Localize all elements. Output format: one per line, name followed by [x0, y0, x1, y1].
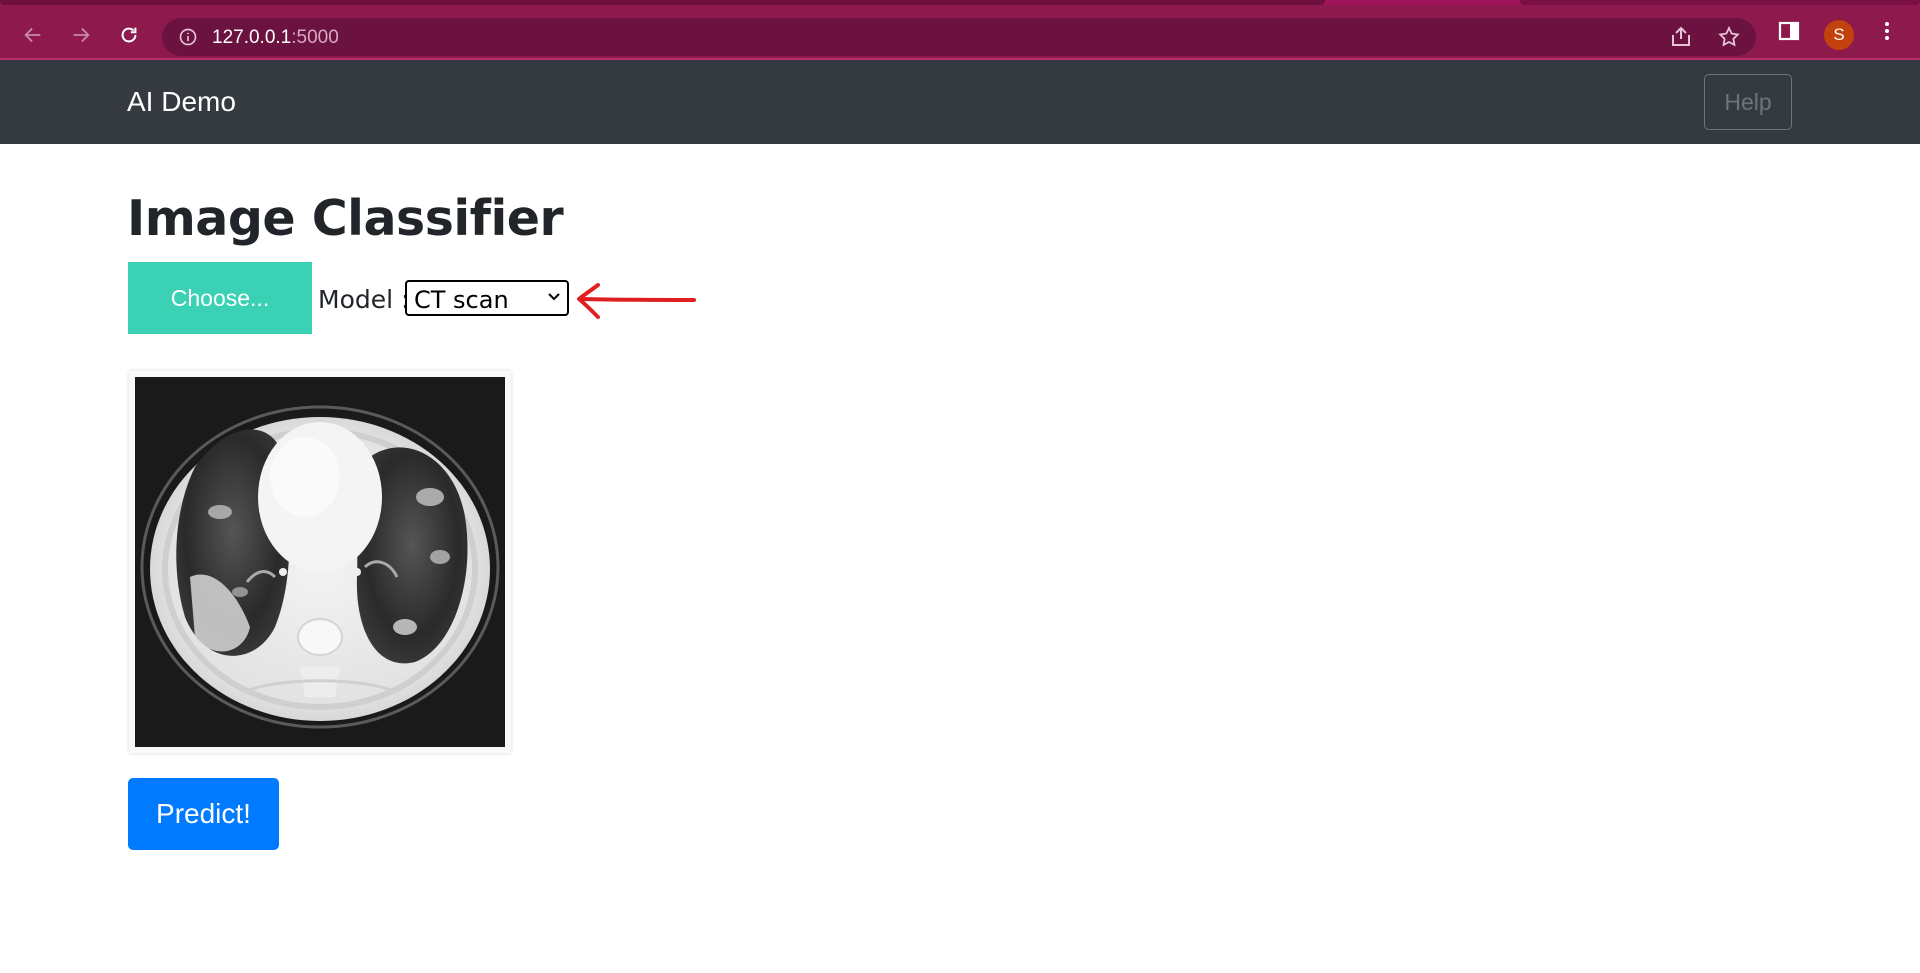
star-icon[interactable]	[1717, 25, 1741, 49]
red-arrow-annotation	[577, 283, 696, 319]
browser-toolbar: 127.0.0.1:5000 S	[0, 5, 1920, 60]
url-port: :5000	[291, 27, 339, 48]
page-title: Image Classifier	[127, 190, 564, 247]
app-navbar: AI Demo Help	[0, 60, 1920, 144]
ct-image-thumbnail	[129, 371, 511, 753]
reload-button[interactable]	[111, 17, 147, 53]
arrow-left-icon	[24, 27, 41, 43]
predict-button[interactable]: Predict!	[128, 778, 279, 850]
info-icon[interactable]	[178, 27, 198, 47]
url-host: 127.0.0.1	[212, 27, 292, 48]
share-icon[interactable]	[1669, 25, 1693, 49]
model-select[interactable]: CT scan	[405, 280, 569, 316]
model-label: Model :	[318, 285, 410, 314]
help-button[interactable]: Help	[1704, 74, 1792, 130]
address-bar[interactable]: 127.0.0.1:5000	[162, 18, 1756, 56]
navbar-brand[interactable]: AI Demo	[127, 86, 236, 118]
kebab-menu-icon[interactable]	[1875, 19, 1899, 43]
reload-icon	[121, 27, 137, 43]
arrow-right-icon	[73, 27, 90, 43]
forward-button[interactable]	[63, 17, 99, 53]
choose-file-button[interactable]: Choose...	[128, 262, 312, 334]
side-panel-icon[interactable]	[1777, 19, 1801, 43]
profile-avatar[interactable]: S	[1824, 20, 1854, 50]
model-select-value: CT scan	[414, 286, 509, 314]
url-text[interactable]: 127.0.0.1:5000	[212, 27, 339, 49]
back-button[interactable]	[15, 17, 51, 53]
ct-scan-image	[135, 377, 505, 747]
chevron-down-icon	[548, 293, 560, 301]
